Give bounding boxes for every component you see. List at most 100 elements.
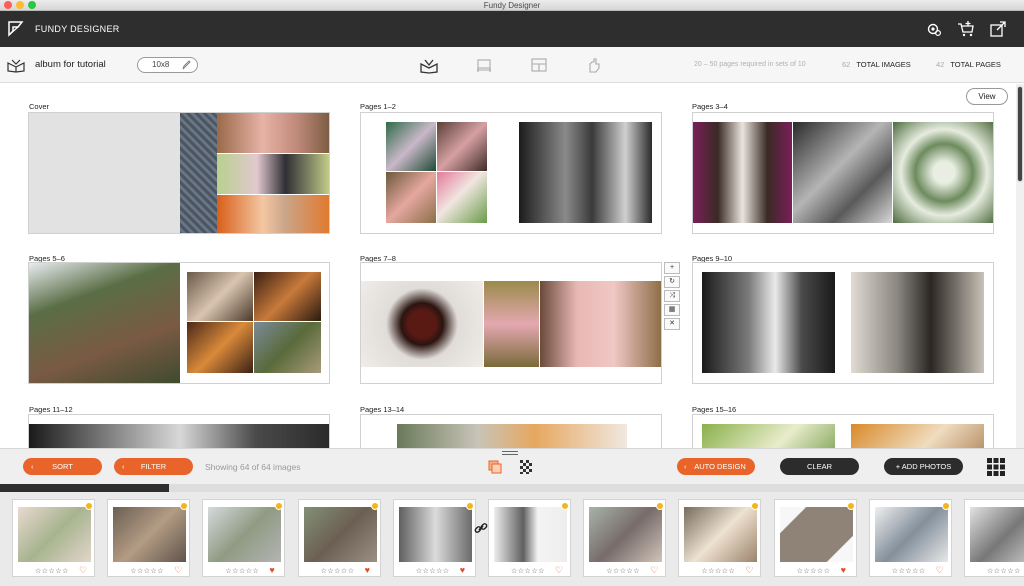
link-icon[interactable] (474, 521, 488, 535)
favorite-heart-icon[interactable]: ♥ (365, 565, 370, 575)
page-photo[interactable] (793, 122, 892, 223)
rating-stars[interactable]: ☆☆☆☆☆ (321, 567, 355, 575)
filmstrip-thumbnail[interactable]: ☆☆☆☆☆ ♡ (107, 499, 191, 577)
hand-icon[interactable] (585, 56, 603, 74)
thumbnail-image[interactable] (970, 507, 1024, 562)
filmstrip-thumbnail[interactable]: ☆☆☆☆☆ ♡ (488, 499, 571, 577)
album-workspace[interactable]: Cover Pages 1–2 Pages 3–4 Pages 5–6 Page… (0, 84, 1024, 448)
page-photo[interactable] (693, 122, 792, 223)
album-name[interactable]: album for tutorial (35, 47, 106, 83)
spread-pages-7-8[interactable] (360, 262, 662, 384)
album-size-selector[interactable]: 10x8 (137, 57, 198, 73)
thumbnail-image[interactable] (684, 507, 758, 562)
grid-view-icon[interactable] (986, 457, 1006, 477)
page-photo[interactable] (851, 272, 984, 373)
favorite-heart-icon[interactable]: ♡ (555, 565, 563, 576)
rating-stars[interactable]: ☆☆☆☆☆ (35, 567, 69, 575)
page-photo[interactable] (851, 424, 984, 448)
cover-photo[interactable] (217, 195, 329, 233)
page-photo[interactable] (29, 424, 329, 448)
spread-tool-layout[interactable]: ▦ (664, 304, 680, 316)
thumbnail-image[interactable] (494, 507, 567, 562)
filmstrip-thumbnail[interactable]: ☆☆☆☆☆ ♥ (297, 499, 381, 577)
rating-stars[interactable]: ☆☆☆☆☆ (701, 567, 735, 575)
favorite-heart-icon[interactable]: ♡ (174, 565, 182, 576)
filmstrip-thumbnail[interactable]: ☆☆☆☆☆ ♥ (202, 499, 286, 577)
thumbnail-image[interactable] (303, 507, 377, 562)
resize-handle[interactable] (502, 451, 518, 455)
spread-tool-shuffle[interactable]: ⤨ (664, 290, 680, 302)
rating-stars[interactable]: ☆☆☆☆☆ (130, 567, 164, 575)
spread-tool-rotate[interactable]: ↻ (664, 276, 680, 288)
favorite-heart-icon[interactable]: ♥ (269, 565, 274, 575)
rating-stars[interactable]: ☆☆☆☆☆ (511, 567, 545, 575)
page-photo[interactable] (254, 322, 321, 373)
rating-stars[interactable]: ☆☆☆☆☆ (606, 567, 640, 575)
clear-button[interactable]: CLEAR (780, 458, 859, 475)
favorite-heart-icon[interactable]: ♥ (460, 565, 465, 575)
page-photo[interactable] (386, 172, 436, 223)
page-photo[interactable] (254, 272, 321, 321)
page-photo[interactable] (702, 424, 835, 448)
page-photo[interactable] (187, 322, 253, 373)
spread-pages-13-14[interactable] (360, 414, 662, 448)
page-photo[interactable] (29, 263, 180, 383)
spread-pages-3-4[interactable] (692, 112, 994, 234)
page-photo[interactable] (386, 122, 436, 171)
spread-tool-delete[interactable]: ✕ (664, 318, 680, 330)
page-photo[interactable] (437, 172, 487, 223)
workspace-scrollbar[interactable] (1016, 84, 1024, 448)
filter-button[interactable]: ‹ FILTER (114, 458, 193, 475)
auto-design-button[interactable]: ‹ AUTO DESIGN (677, 458, 755, 475)
rating-stars[interactable]: ☆☆☆☆☆ (416, 567, 450, 575)
rating-stars[interactable]: ☆☆☆☆☆ (987, 567, 1021, 575)
cover-photo[interactable] (217, 154, 329, 194)
thumbnail-image[interactable] (779, 507, 853, 562)
favorite-heart-icon[interactable]: ♡ (79, 565, 87, 576)
export-icon[interactable] (989, 20, 1007, 38)
page-photo[interactable] (893, 122, 993, 223)
filmstrip-thumbnail[interactable]: ☆☆☆☆☆ ♡ (678, 499, 762, 577)
page-photo[interactable] (437, 122, 487, 171)
page-photo[interactable] (187, 272, 253, 321)
thumbnail-image[interactable] (113, 507, 187, 562)
checker-grid-icon[interactable] (520, 460, 534, 474)
page-photo[interactable] (397, 424, 627, 448)
stack-photos-icon[interactable] (488, 460, 502, 474)
scrollbar-thumb[interactable] (1017, 86, 1023, 182)
page-photo[interactable] (519, 122, 652, 223)
spread-pages-11-12[interactable] (28, 414, 330, 448)
rating-stars[interactable]: ☆☆☆☆☆ (225, 567, 259, 575)
filmstrip-thumbnail[interactable]: ☆☆☆☆☆ ♡ (12, 499, 95, 577)
thumbnail-image[interactable] (208, 507, 282, 562)
bed-icon[interactable] (475, 56, 493, 74)
add-photos-button[interactable]: + ADD PHOTOS (884, 458, 963, 475)
thumbnail-image[interactable] (589, 507, 663, 562)
page-photo[interactable] (702, 272, 835, 373)
spread-tool-move[interactable]: + (664, 262, 680, 274)
page-photo[interactable] (361, 281, 483, 367)
favorite-heart-icon[interactable]: ♥ (841, 565, 846, 575)
rating-stars[interactable]: ☆☆☆☆☆ (797, 567, 831, 575)
page-photo[interactable] (484, 281, 539, 367)
thumbnail-image[interactable] (18, 507, 91, 562)
spread-pages-15-16[interactable] (692, 414, 994, 448)
favorite-heart-icon[interactable]: ♡ (650, 565, 658, 576)
sort-button[interactable]: ‹ SORT (23, 458, 102, 475)
cart-add-icon[interactable] (957, 20, 975, 38)
favorite-heart-icon[interactable]: ♡ (745, 565, 753, 576)
rating-stars[interactable]: ☆☆☆☆☆ (892, 567, 926, 575)
filmstrip[interactable]: ☆☆☆☆☆ ♡ ☆☆☆☆☆ ♡ ☆☆☆☆☆ ♥ ☆☆☆☆☆ ♥ ☆☆☆☆☆ ♥ ☆☆☆☆☆ ♡ ☆☆☆☆… (0, 492, 1024, 586)
cover-spread[interactable] (28, 112, 330, 234)
album-view-icon[interactable] (420, 56, 438, 74)
filmstrip-thumbnail[interactable]: ☆☆☆☆☆♡ (964, 499, 1024, 577)
filmstrip-thumbnail[interactable]: ☆☆☆☆☆ ♥ (392, 499, 476, 577)
filmstrip-scroll-track[interactable] (0, 484, 1024, 492)
filmstrip-thumbnail[interactable]: ☆☆☆☆☆ ♡ (583, 499, 667, 577)
spread-pages-1-2[interactable] (360, 112, 662, 234)
spread-pages-5-6[interactable] (28, 262, 330, 384)
favorite-heart-icon[interactable]: ♡ (936, 565, 944, 576)
layout-icon[interactable] (530, 56, 548, 74)
filmstrip-thumbnail[interactable]: ☆☆☆☆☆ ♡ (868, 499, 952, 577)
thumbnail-image[interactable] (874, 507, 948, 562)
